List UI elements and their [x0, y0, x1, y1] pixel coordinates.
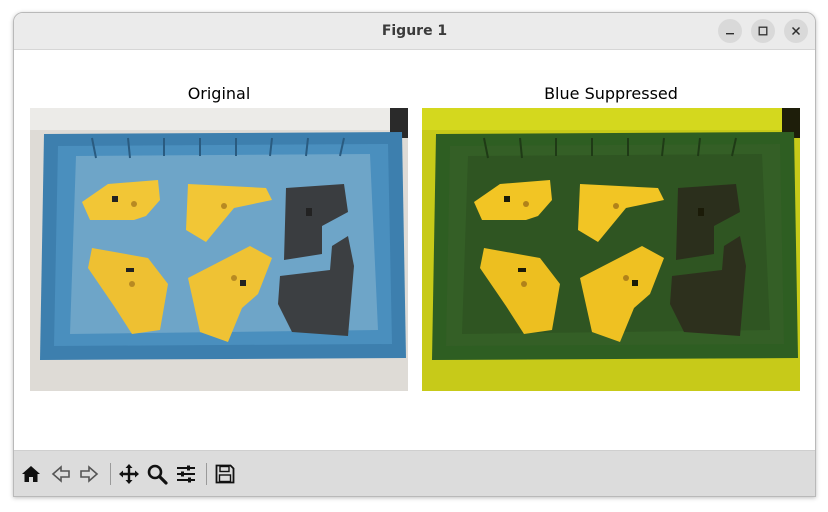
zoom-button[interactable]: [144, 461, 170, 487]
configure-subplots-button[interactable]: [173, 461, 199, 487]
close-icon: [791, 26, 801, 36]
save-button[interactable]: [212, 461, 238, 487]
back-button[interactable]: [48, 461, 74, 487]
title-bar: Figure 1: [14, 13, 815, 50]
minimize-icon: [726, 33, 734, 35]
toolbar-separator: [110, 463, 111, 485]
original-image: [30, 108, 408, 391]
pan-icon: [119, 464, 139, 484]
toolbar-separator: [206, 463, 207, 485]
configure-subplots-icon: [177, 465, 195, 483]
blue-suppressed-image: [422, 108, 800, 391]
figure-canvas[interactable]: Original Blue Suppressed: [14, 50, 815, 450]
maximize-icon: [758, 26, 768, 36]
navigation-toolbar: [14, 450, 815, 496]
minimize-button[interactable]: [718, 19, 742, 43]
zoom-icon: [147, 464, 168, 485]
forward-button[interactable]: [76, 461, 102, 487]
left-axes-title: Original: [187, 84, 251, 103]
figure-window: Figure 1 Original Blue Suppressed: [13, 12, 816, 497]
window-title: Figure 1: [381, 23, 448, 39]
right-axes-title: Blue Suppressed: [544, 84, 678, 103]
back-icon: [51, 465, 70, 483]
home-button[interactable]: [18, 461, 44, 487]
save-icon: [215, 464, 235, 484]
home-icon: [22, 466, 40, 482]
forward-icon: [80, 465, 99, 483]
maximize-button[interactable]: [751, 19, 775, 43]
pan-button[interactable]: [116, 461, 142, 487]
close-button[interactable]: [784, 19, 808, 43]
